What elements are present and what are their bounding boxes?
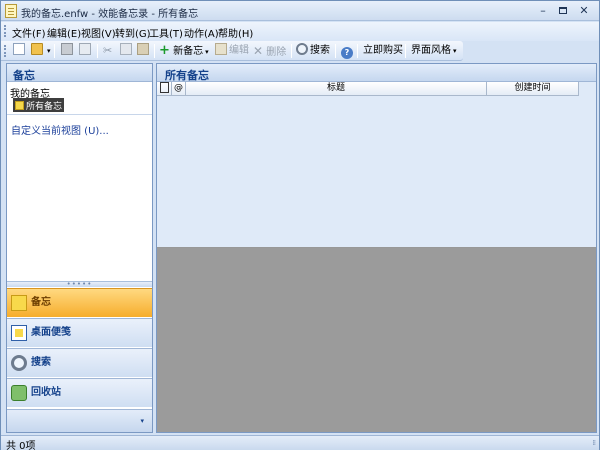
- print-preview-button[interactable]: [79, 43, 93, 59]
- nav-desktop-notes-button[interactable]: 桌面便笺: [7, 318, 152, 347]
- content-pane-title: 所有备忘: [157, 64, 596, 82]
- recycle-bin-icon: [11, 385, 27, 401]
- copy-icon: [120, 43, 132, 55]
- navigation-pane: 备忘 我的备忘 所有备忘 自定义当前视图 (U)... ••••• 备忘 桌面便…: [6, 63, 153, 433]
- toolbar-separator: [54, 44, 55, 58]
- column-header-type[interactable]: [157, 82, 172, 96]
- edit-button[interactable]: 编辑: [215, 43, 249, 59]
- buy-now-button[interactable]: 立即购买: [363, 43, 403, 59]
- scissors-icon: ✂: [103, 44, 113, 57]
- nav-search-label: 搜索: [31, 357, 51, 368]
- window-title: 我的备忘.enfw - 效能备忘录 - 所有备忘: [21, 9, 199, 20]
- new-memo-dropdown-icon: ▾: [205, 48, 209, 56]
- menu-file[interactable]: 文件(F): [12, 25, 46, 40]
- minimize-button[interactable]: –: [533, 3, 553, 19]
- maximize-icon: [559, 7, 567, 14]
- note-icon: [11, 295, 27, 311]
- open-folder-icon: [31, 43, 43, 55]
- status-count: 共 0项: [6, 441, 36, 450]
- help-button[interactable]: ?: [341, 43, 355, 59]
- nav-search-button[interactable]: 搜索: [7, 348, 152, 377]
- nav-desktop-notes-label: 桌面便笺: [31, 327, 71, 338]
- nav-memos-button[interactable]: 备忘: [7, 288, 152, 317]
- new-file-icon: [13, 43, 25, 55]
- nav-recycle-bin-label: 回收站: [31, 387, 61, 398]
- search-button[interactable]: 搜索: [296, 43, 330, 59]
- paste-button[interactable]: [137, 43, 151, 59]
- search-label: 搜索: [310, 45, 330, 56]
- delete-button[interactable]: ✕ 删除: [253, 43, 286, 59]
- app-window: 我的备忘.enfw - 效能备忘录 - 所有备忘 – ✕ 文件(F) 编辑(E)…: [0, 0, 600, 450]
- delete-icon: ✕: [253, 44, 264, 58]
- open-file-button[interactable]: ▾: [31, 43, 51, 59]
- help-icon: ?: [341, 47, 353, 59]
- nav-memos-label: 备忘: [31, 297, 51, 308]
- memo-list[interactable]: @ 标题 创建时间 ◀ ▶: [157, 82, 596, 265]
- menu-actions[interactable]: 动作(A): [184, 25, 219, 40]
- paste-icon: [137, 43, 149, 55]
- new-memo-label: 新备忘: [173, 46, 204, 57]
- new-memo-button[interactable]: + 新备忘 ▾: [159, 43, 209, 59]
- theme-label: 界面风格: [411, 45, 451, 56]
- content-pane: 所有备忘 @ 标题 创建时间 ◀ ▶: [156, 63, 597, 433]
- close-button[interactable]: ✕: [574, 3, 594, 19]
- note-folder-icon: [15, 101, 24, 110]
- nav-more-button[interactable]: ▾: [7, 409, 152, 432]
- column-header-created[interactable]: 创建时间: [487, 82, 579, 96]
- menubar-grip-icon[interactable]: [4, 25, 7, 37]
- menu-bar: 文件(F) 编辑(E) 视图(V) 转到(G) 工具(T) 动作(A) 帮助(H…: [1, 22, 599, 41]
- tree-node-label: 所有备忘: [26, 102, 63, 112]
- resize-grip-icon[interactable]: ⁞⁞: [593, 439, 597, 447]
- print-preview-icon: [79, 43, 91, 55]
- toolbar-separator: [335, 44, 336, 58]
- toolbar-separator: [405, 44, 406, 58]
- plus-icon: +: [159, 43, 170, 58]
- column-header-title[interactable]: 标题: [186, 82, 487, 96]
- toolbar: ▾ ✂ + 新备忘 ▾ 编辑 ✕ 删除 搜索 ? 立即购买 界面风格 ▾: [1, 41, 463, 61]
- cut-button[interactable]: ✂: [103, 43, 112, 59]
- print-button[interactable]: [61, 43, 75, 59]
- divider: [7, 114, 152, 115]
- toolbar-grip-icon[interactable]: [4, 45, 7, 57]
- customize-view-link[interactable]: 自定义当前视图 (U)...: [11, 122, 109, 137]
- menu-help[interactable]: 帮助(H): [218, 25, 253, 40]
- new-file-button[interactable]: [13, 43, 27, 59]
- theme-dropdown-icon: ▾: [453, 47, 457, 55]
- tree-node-all-memos[interactable]: 所有备忘: [13, 98, 65, 112]
- menu-view[interactable]: 视图(V): [81, 25, 116, 40]
- search-icon: [11, 355, 27, 371]
- edit-icon: [215, 43, 227, 55]
- delete-label: 删除: [266, 47, 287, 58]
- navigation-pane-title: 备忘: [7, 64, 152, 82]
- app-memo-icon: [5, 4, 17, 18]
- title-bar[interactable]: 我的备忘.enfw - 效能备忘录 - 所有备忘 – ✕: [1, 1, 599, 21]
- printer-icon: [61, 43, 73, 55]
- theme-button[interactable]: 界面风格 ▾: [411, 43, 457, 59]
- nav-recycle-bin-button[interactable]: 回收站: [7, 378, 152, 407]
- menu-goto[interactable]: 转到(G): [115, 25, 151, 40]
- menu-tools[interactable]: 工具(T): [149, 25, 183, 40]
- search-icon: [296, 43, 308, 55]
- status-bar: 共 0项 ⁞⁞: [1, 435, 599, 450]
- desktop-note-icon: [11, 325, 27, 341]
- copy-button[interactable]: [120, 43, 134, 59]
- menu-edit[interactable]: 编辑(E): [47, 25, 81, 40]
- toolbar-separator: [291, 44, 292, 58]
- memo-preview-area: [157, 248, 596, 432]
- maximize-button[interactable]: [553, 3, 573, 19]
- chevron-down-icon: ▾: [140, 417, 144, 425]
- toolbar-separator: [154, 44, 155, 58]
- toolbar-separator: [97, 44, 98, 58]
- edit-label: 编辑: [229, 45, 249, 56]
- pane-splitter[interactable]: •••••: [7, 281, 152, 288]
- open-dropdown-icon: ▾: [47, 47, 51, 55]
- toolbar-separator: [357, 44, 358, 58]
- column-header-attachment[interactable]: @: [172, 82, 186, 96]
